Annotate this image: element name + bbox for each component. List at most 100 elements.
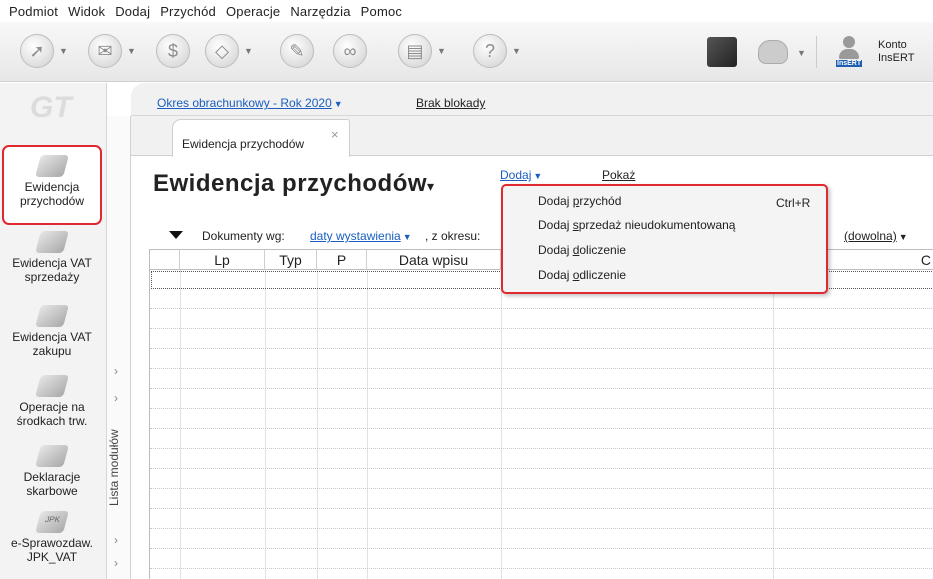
table-row[interactable] bbox=[150, 348, 933, 349]
records-table: Lp Typ P Data wpisu C bbox=[149, 249, 933, 579]
menu-podmiot[interactable]: Podmiot bbox=[4, 4, 63, 19]
insert-badge: InsERT bbox=[836, 60, 863, 67]
tools-icon[interactable]: ✎ bbox=[280, 34, 314, 68]
show-button[interactable]: Pokaż bbox=[602, 168, 635, 182]
account-line-2: InsERT bbox=[878, 52, 915, 64]
column-header-select[interactable] bbox=[150, 250, 180, 270]
nav-operacje-na-srodkach[interactable]: Operacje na środkach trw. bbox=[2, 375, 102, 428]
chevron-down-icon[interactable]: ▼ bbox=[437, 46, 446, 56]
table-row[interactable] bbox=[150, 528, 933, 529]
close-icon[interactable]: × bbox=[331, 127, 339, 142]
chevron-down-icon[interactable]: ▼ bbox=[127, 46, 136, 56]
menu-item-dodaj-odliczenie[interactable]: Dodaj odliczenie bbox=[538, 268, 626, 282]
coins-icon bbox=[35, 231, 69, 253]
chevron-down-icon: ▼ bbox=[402, 232, 412, 242]
chevron-down-icon: ▼ bbox=[898, 232, 908, 242]
form-icon bbox=[35, 445, 69, 467]
nav-ewidencja-vat-sprzedazy[interactable]: Ewidencja VAT sprzedaży bbox=[2, 231, 102, 284]
page-title[interactable]: Ewidencja przychodów▾ bbox=[153, 170, 435, 198]
eraser-icon[interactable]: ◇ bbox=[205, 34, 239, 68]
collapse-filter-icon[interactable] bbox=[169, 231, 183, 239]
filter-date-type-selector[interactable]: daty wystawienia ▼ bbox=[310, 229, 412, 243]
nav-deklaracje-skarbowe[interactable]: Deklaracje skarbowe bbox=[2, 445, 102, 498]
table-row[interactable] bbox=[150, 488, 933, 489]
main-panel: Okres obrachunkowy - Rok 2020 ▼ Brak blok… bbox=[131, 83, 933, 579]
table-row[interactable] bbox=[150, 308, 933, 309]
table-row[interactable] bbox=[150, 428, 933, 429]
cube-icon[interactable] bbox=[707, 37, 737, 67]
chevron-down-icon: ▾ bbox=[427, 178, 435, 194]
cloud-icon[interactable] bbox=[758, 40, 788, 64]
user-icon bbox=[843, 36, 855, 48]
period-selector[interactable]: Okres obrachunkowy - Rok 2020 ▼ bbox=[157, 96, 343, 110]
shortcut-label: Ctrl+R bbox=[776, 196, 811, 210]
tab-bar: Ewidencja przychodów × bbox=[131, 116, 933, 157]
column-header-typ[interactable]: Typ bbox=[265, 250, 317, 270]
column-header-lp[interactable]: Lp bbox=[180, 250, 265, 270]
table-row[interactable] bbox=[150, 468, 933, 469]
table-row[interactable] bbox=[150, 388, 933, 389]
toolbar-group-1: ➚ ▼ bbox=[20, 32, 68, 70]
menu-item-dodaj-przychod[interactable]: Dodaj przychód bbox=[538, 194, 621, 208]
account-label[interactable]: Konto InsERT bbox=[878, 39, 914, 65]
jpk-icon: JPK bbox=[35, 511, 69, 533]
chevron-down-icon: ▼ bbox=[333, 99, 343, 109]
nav-e-sprawozdaw-jpk[interactable]: JPK e-Sprawozdaw. JPK_VAT bbox=[2, 511, 102, 564]
menu-pomoc[interactable]: Pomoc bbox=[356, 4, 407, 19]
avatar[interactable]: InsERT bbox=[836, 34, 863, 68]
chevron-down-icon[interactable]: ▼ bbox=[512, 46, 521, 56]
range-label: , z okresu: bbox=[425, 229, 481, 243]
chevron-right-icon[interactable]: › bbox=[114, 533, 118, 547]
add-dropdown-menu: Dodaj przychód Ctrl+R Dodaj sprzedaż nie… bbox=[501, 184, 828, 294]
table-row[interactable] bbox=[150, 568, 933, 569]
table-row[interactable] bbox=[150, 408, 933, 409]
module-list-strip[interactable]: › › › › Lista modułów bbox=[107, 116, 131, 579]
nav-ewidencja-przychodow[interactable]: Ewidencja przychodów bbox=[2, 145, 102, 225]
send-icon[interactable]: ➚ bbox=[20, 34, 54, 68]
toolbar-group-2: ✉ ▼ bbox=[88, 32, 136, 70]
menu-narzedzia[interactable]: Narzędzia bbox=[285, 4, 355, 19]
ledger-icon bbox=[35, 155, 69, 177]
chevron-down-icon[interactable]: ▼ bbox=[244, 46, 253, 56]
chevron-down-icon[interactable]: ▼ bbox=[797, 48, 806, 58]
table-row[interactable] bbox=[150, 328, 933, 329]
toolbar-group-3: $ bbox=[156, 32, 190, 70]
print-icon[interactable]: ▤ bbox=[398, 34, 432, 68]
add-dropdown-button[interactable]: Dodaj ▼ bbox=[500, 168, 542, 182]
chevron-down-icon[interactable]: ▼ bbox=[59, 46, 68, 56]
link-icon[interactable]: ∞ bbox=[333, 34, 367, 68]
module-nav: GT Ewidencja przychodów Ewidencja VAT sp… bbox=[0, 83, 107, 579]
column-header-data-wpisu[interactable]: Data wpisu bbox=[367, 250, 501, 270]
lock-status-link[interactable]: Brak blokady bbox=[416, 96, 485, 110]
toolbar-group-5: ✎ bbox=[280, 32, 314, 70]
menu-widok[interactable]: Widok bbox=[63, 4, 110, 19]
column-header-p[interactable]: P bbox=[317, 250, 367, 270]
tab-ewidencja-przychodow[interactable]: Ewidencja przychodów × bbox=[172, 119, 350, 157]
toolbar-group-8: ? ▼ bbox=[473, 32, 521, 70]
toolbar: ➚ ▼ ✉ ▼ $ ◇ ▼ ✎ ∞ ▤ ▼ ? ▼ ▼ InsERT Konto InsE… bbox=[0, 22, 933, 82]
machine-icon bbox=[35, 375, 69, 397]
filter-label: Dokumenty wg: bbox=[202, 229, 285, 243]
gt-logo: GT bbox=[30, 91, 72, 124]
table-row[interactable] bbox=[150, 548, 933, 549]
menu-item-dodaj-doliczenie[interactable]: Dodaj doliczenie bbox=[538, 243, 626, 257]
account-line-1: Konto bbox=[878, 39, 907, 51]
period-bar: Okres obrachunkowy - Rok 2020 ▼ Brak blok… bbox=[131, 83, 933, 116]
table-row[interactable] bbox=[150, 368, 933, 369]
toolbar-divider bbox=[816, 36, 817, 68]
chevron-right-icon[interactable]: › bbox=[114, 556, 118, 570]
menu-przychod[interactable]: Przychód bbox=[155, 4, 221, 19]
table-row[interactable] bbox=[150, 448, 933, 449]
menu-item-dodaj-sprzedaz[interactable]: Dodaj sprzedaż nieudokumentowaną bbox=[538, 218, 735, 232]
toolbar-group-6: ∞ bbox=[333, 32, 367, 70]
help-icon[interactable]: ? bbox=[473, 34, 507, 68]
table-row[interactable] bbox=[150, 508, 933, 509]
range-selector[interactable]: (dowolna) ▼ bbox=[844, 229, 908, 243]
chevron-right-icon[interactable]: › bbox=[114, 364, 118, 378]
money-icon[interactable]: $ bbox=[156, 34, 190, 68]
cart-icon bbox=[35, 305, 69, 327]
nav-ewidencja-vat-zakupu[interactable]: Ewidencja VAT zakupu bbox=[2, 305, 102, 358]
mail-icon[interactable]: ✉ bbox=[88, 34, 122, 68]
menu-operacje[interactable]: Operacje bbox=[221, 4, 285, 19]
menu-dodaj[interactable]: Dodaj bbox=[110, 4, 155, 19]
